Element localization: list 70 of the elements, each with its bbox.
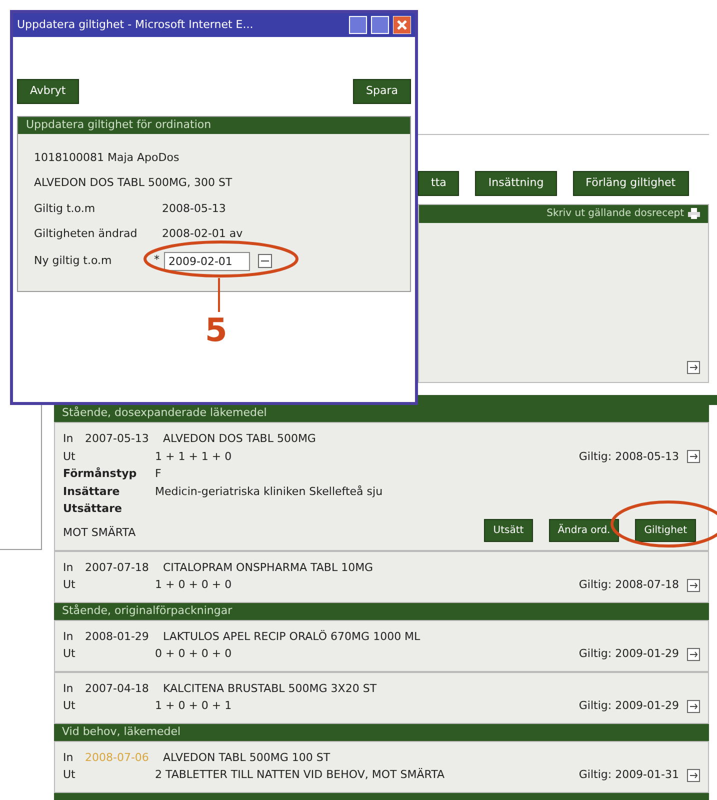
row-label: Ut <box>63 698 76 714</box>
maximize-button[interactable] <box>371 16 389 34</box>
detail-label: Förmånstyp <box>63 466 138 482</box>
dosage-text: 1 + 0 + 0 + 1 <box>155 698 233 714</box>
dosage-text: 0 + 0 + 0 + 0 <box>155 646 233 662</box>
row-label: Ut <box>63 646 76 662</box>
expand-icon[interactable] <box>687 648 700 661</box>
minimize-button[interactable] <box>349 16 367 34</box>
detail-label: Insättare <box>63 484 121 500</box>
note-text: MOT SMÄRTA <box>63 525 136 541</box>
field-label: Giltigheten ändrad <box>34 226 138 242</box>
field-value: 2008-02-01 av <box>162 226 243 242</box>
panel-title: Uppdatera giltighet för ordination <box>18 116 410 134</box>
in-date: 2008-07-06 <box>85 750 150 766</box>
expand-icon[interactable] <box>687 361 700 374</box>
action-button[interactable]: Ändra ord. <box>548 518 620 542</box>
leader-line <box>218 278 220 312</box>
drug-name: LAKTULOS APEL RECIP ORALÖ 670MG 1000 ML <box>163 628 420 644</box>
field-label: Giltig t.o.m <box>34 200 96 216</box>
valid-date: Giltig: 2009-01-31 <box>578 767 679 783</box>
valid-date: Giltig: 2008-07-18 <box>578 577 679 593</box>
drug-name: ALVEDON TABL 500MG 100 ST <box>163 750 330 766</box>
valid-date: Giltig: 2009-01-29 <box>578 698 679 714</box>
dosage-text: 1 + 1 + 1 + 0 <box>155 448 233 464</box>
drug-text: ALVEDON DOS TABL 500MG, 300 ST <box>34 175 234 191</box>
row-label: Ut <box>63 767 76 783</box>
drug-name: ALVEDON DOS TABL 500MG <box>163 431 316 447</box>
required-mark: * <box>154 252 160 268</box>
row-label: Ut <box>63 577 76 593</box>
in-date: 2007-04-18 <box>85 680 150 696</box>
expand-icon[interactable] <box>687 700 700 713</box>
in-date: 2008-01-29 <box>85 628 150 644</box>
field-value: 2008-05-13 <box>162 200 226 216</box>
close-icon[interactable] <box>393 16 411 34</box>
section-header: Vid behov, läkemedel <box>54 724 709 740</box>
patient-text: 1018100081 Maja ApoDos <box>34 150 180 166</box>
row-label: In <box>63 431 74 447</box>
detail-label: Utsättare <box>63 501 123 517</box>
in-date: 2007-07-18 <box>85 560 150 576</box>
expand-icon[interactable] <box>687 450 700 464</box>
toolbar-button[interactable]: tta <box>418 171 460 196</box>
in-date: 2007-05-13 <box>85 431 150 447</box>
dosage-text: 2 TABLETTER TILL NATTEN VID BEHOV, MOT SMÄRTA <box>155 767 446 783</box>
action-button[interactable]: Utsätt <box>484 518 533 542</box>
printer-icon[interactable] <box>688 208 700 219</box>
valid-date: Giltig: 2009-01-29 <box>578 646 679 662</box>
toolbar-button[interactable]: Förläng giltighet <box>572 171 689 196</box>
detail-value: Medicin-geriatriska kliniken Skellefteå sju <box>155 484 383 500</box>
row-label: In <box>63 560 74 576</box>
dosage-text: 1 + 0 + 0 + 0 <box>155 577 233 593</box>
expand-icon[interactable] <box>687 768 700 782</box>
valid-date: Giltig: 2008-05-13 <box>578 448 679 464</box>
row-label: Ut <box>63 448 76 464</box>
date-field[interactable]: 2009-02-01 <box>164 252 250 270</box>
row-label: In <box>63 628 74 644</box>
section-header: Stående, originalförpackningar <box>54 602 709 620</box>
callout-number: 5 <box>205 314 228 346</box>
toolbar-button[interactable]: Insättning <box>475 171 557 196</box>
field-label: Ny giltig t.o.m <box>34 252 113 269</box>
action-button[interactable]: Giltighet <box>635 518 696 542</box>
dialog-button[interactable]: Avbryt <box>17 79 79 104</box>
expand-icon[interactable] <box>687 578 700 592</box>
detail-value: F <box>155 466 162 482</box>
section-header: Stående, dosexpanderade läkemedel <box>54 405 709 422</box>
dialog-button[interactable]: Spara <box>353 79 411 104</box>
row-label: In <box>63 680 74 696</box>
drug-name: CITALOPRAM ONSPHARMA TABL 10MG <box>163 560 374 576</box>
window-title: Uppdatera giltighet - Microsoft Internet E... <box>17 16 254 33</box>
row-label: In <box>63 750 74 766</box>
drug-name: KALCITENA BRUSTABL 500MG 3X20 ST <box>163 680 377 696</box>
